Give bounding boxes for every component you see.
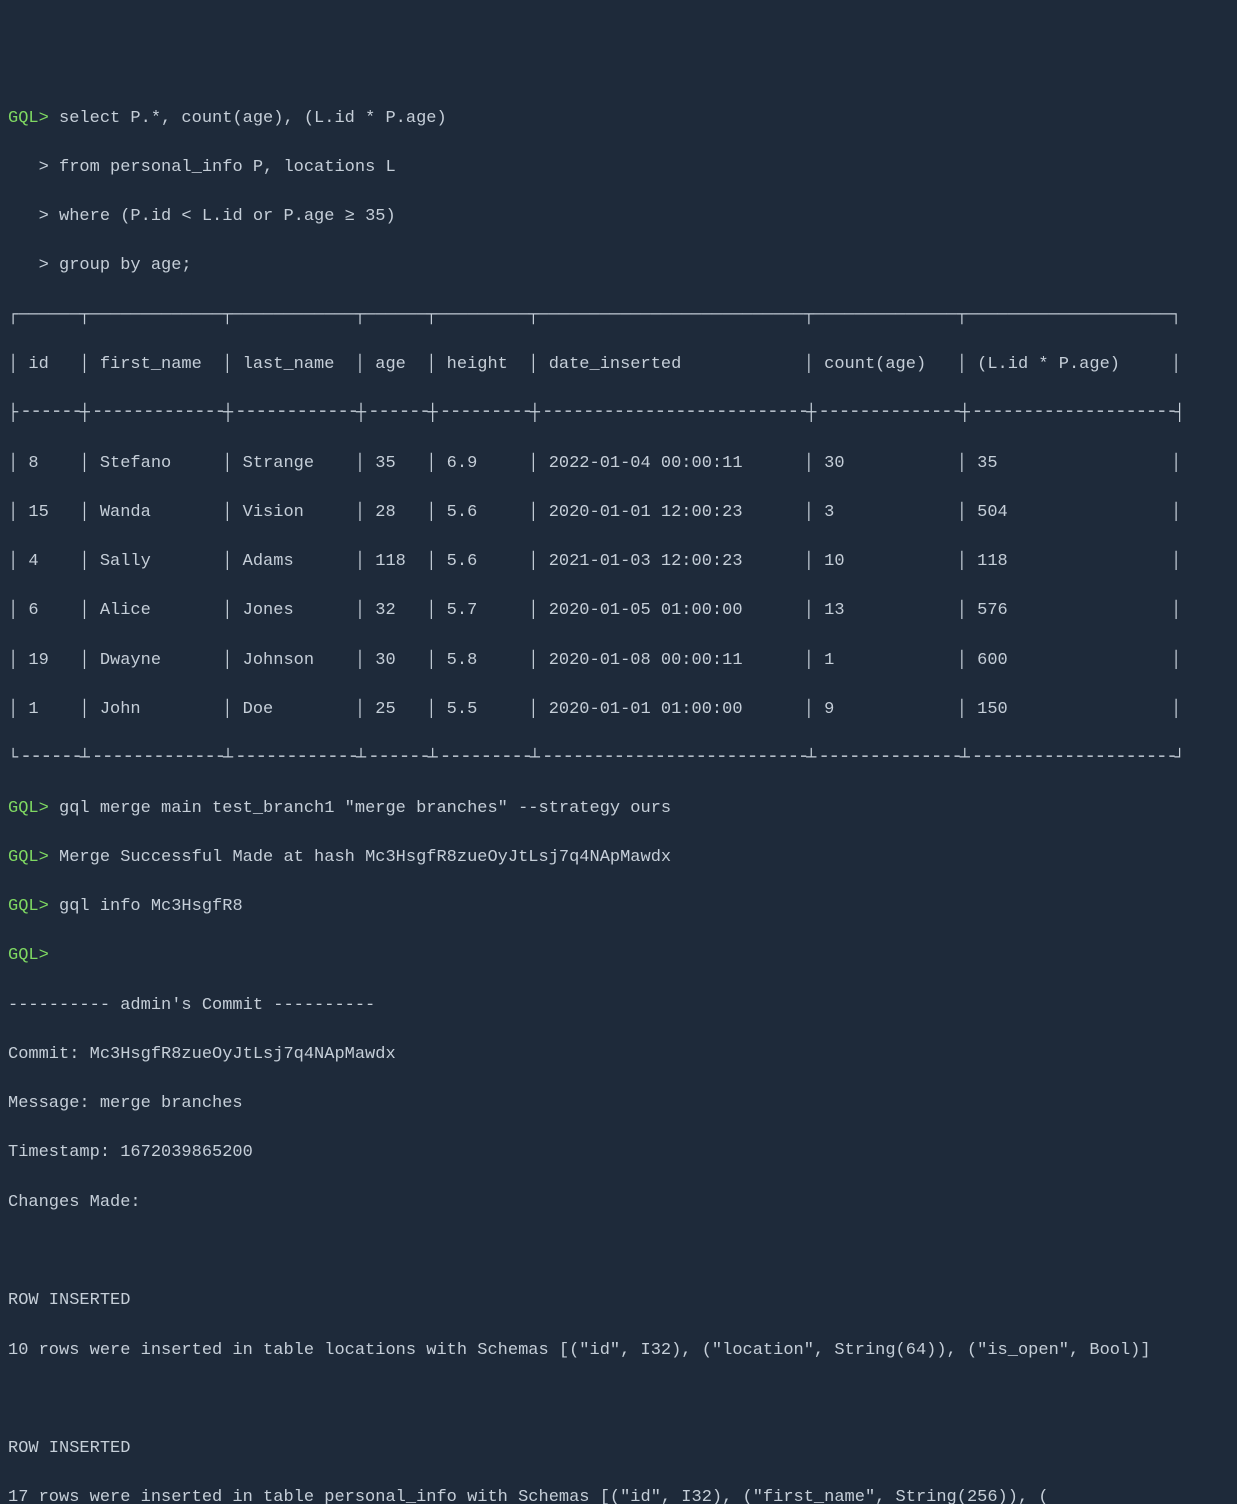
table-top-border: ┌──────┬─────────────┬────────────┬─────…: [8, 304, 1229, 329]
table-row: │ 8 │ Stefano │ Strange │ 35 │ 6.9 │ 202…: [8, 452, 1229, 477]
query-line-3: > where (P.id < L.id or P.age ≥ 35): [8, 205, 1229, 230]
row-inserted-text: 10 rows were inserted in table locations…: [8, 1339, 1229, 1364]
gql-prompt: GQL>: [8, 897, 49, 916]
table-bottom-border: └╶╶╶╶╶╶┴╶╶╶╶╶╶╶╶╶╶╶╶╶┴╶╶╶╶╶╶╶╶╶╶╶╶┴╶╶╶╶╶…: [8, 747, 1229, 772]
gql-prompt: GQL>: [8, 848, 49, 867]
cont-prompt: >: [8, 158, 49, 177]
gql-prompt: GQL>: [8, 946, 49, 965]
query-text: select P.*, count(age), (L.id * P.age): [49, 109, 447, 128]
commit-changes-label: Changes Made:: [8, 1191, 1229, 1216]
table-row: │ 4 │ Sally │ Adams │ 118 │ 5.6 │ 2021-0…: [8, 550, 1229, 575]
query-line-4: > group by age;: [8, 254, 1229, 279]
row-inserted-label: ROW INSERTED: [8, 1289, 1229, 1314]
merge-result-line: GQL> Merge Successful Made at hash Mc3Hs…: [8, 846, 1229, 871]
blank-line: [8, 1240, 1229, 1265]
table-row: │ 19 │ Dwayne │ Johnson │ 30 │ 5.8 │ 202…: [8, 649, 1229, 674]
row-inserted-text: 17 rows were inserted in table personal_…: [8, 1486, 1229, 1504]
merge-result-text: Merge Successful Made at hash Mc3HsgfR8z…: [49, 848, 671, 867]
cont-prompt: >: [8, 256, 49, 275]
command-text: gql info Mc3HsgfR8: [49, 897, 243, 916]
table-row: │ 6 │ Alice │ Jones │ 32 │ 5.7 │ 2020-01…: [8, 599, 1229, 624]
query-line-1: GQL> select P.*, count(age), (L.id * P.a…: [8, 107, 1229, 132]
commit-timestamp: Timestamp: 1672039865200: [8, 1141, 1229, 1166]
row-inserted-label: ROW INSERTED: [8, 1437, 1229, 1462]
query-line-2: > from personal_info P, locations L: [8, 156, 1229, 181]
table-row: │ 1 │ John │ Doe │ 25 │ 5.5 │ 2020-01-01…: [8, 698, 1229, 723]
query-text: group by age;: [49, 256, 192, 275]
commit-header: ---------- admin's Commit ----------: [8, 994, 1229, 1019]
table-sep: ├╶╶╶╶╶╶┼╶╶╶╶╶╶╶╶╶╶╶╶╶┼╶╶╶╶╶╶╶╶╶╶╶╶┼╶╶╶╶╶…: [8, 402, 1229, 427]
commit-message: Message: merge branches: [8, 1092, 1229, 1117]
gql-prompt: GQL>: [8, 799, 49, 818]
gql-prompt: GQL>: [8, 109, 49, 128]
commit-hash: Commit: Mc3HsgfR8zueOyJtLsj7q4NApMawdx: [8, 1043, 1229, 1068]
blank-line: [8, 1388, 1229, 1413]
query-text: from personal_info P, locations L: [49, 158, 396, 177]
table-header: │ id │ first_name │ last_name │ age │ he…: [8, 353, 1229, 378]
query-text: where (P.id < L.id or P.age ≥ 35): [49, 207, 396, 226]
table-row: │ 15 │ Wanda │ Vision │ 28 │ 5.6 │ 2020-…: [8, 501, 1229, 526]
empty-prompt-line[interactable]: GQL>: [8, 944, 1229, 969]
info-command-line: GQL> gql info Mc3HsgfR8: [8, 895, 1229, 920]
command-text: gql merge main test_branch1 "merge branc…: [49, 799, 671, 818]
merge-command-line: GQL> gql merge main test_branch1 "merge …: [8, 797, 1229, 822]
cont-prompt: >: [8, 207, 49, 226]
